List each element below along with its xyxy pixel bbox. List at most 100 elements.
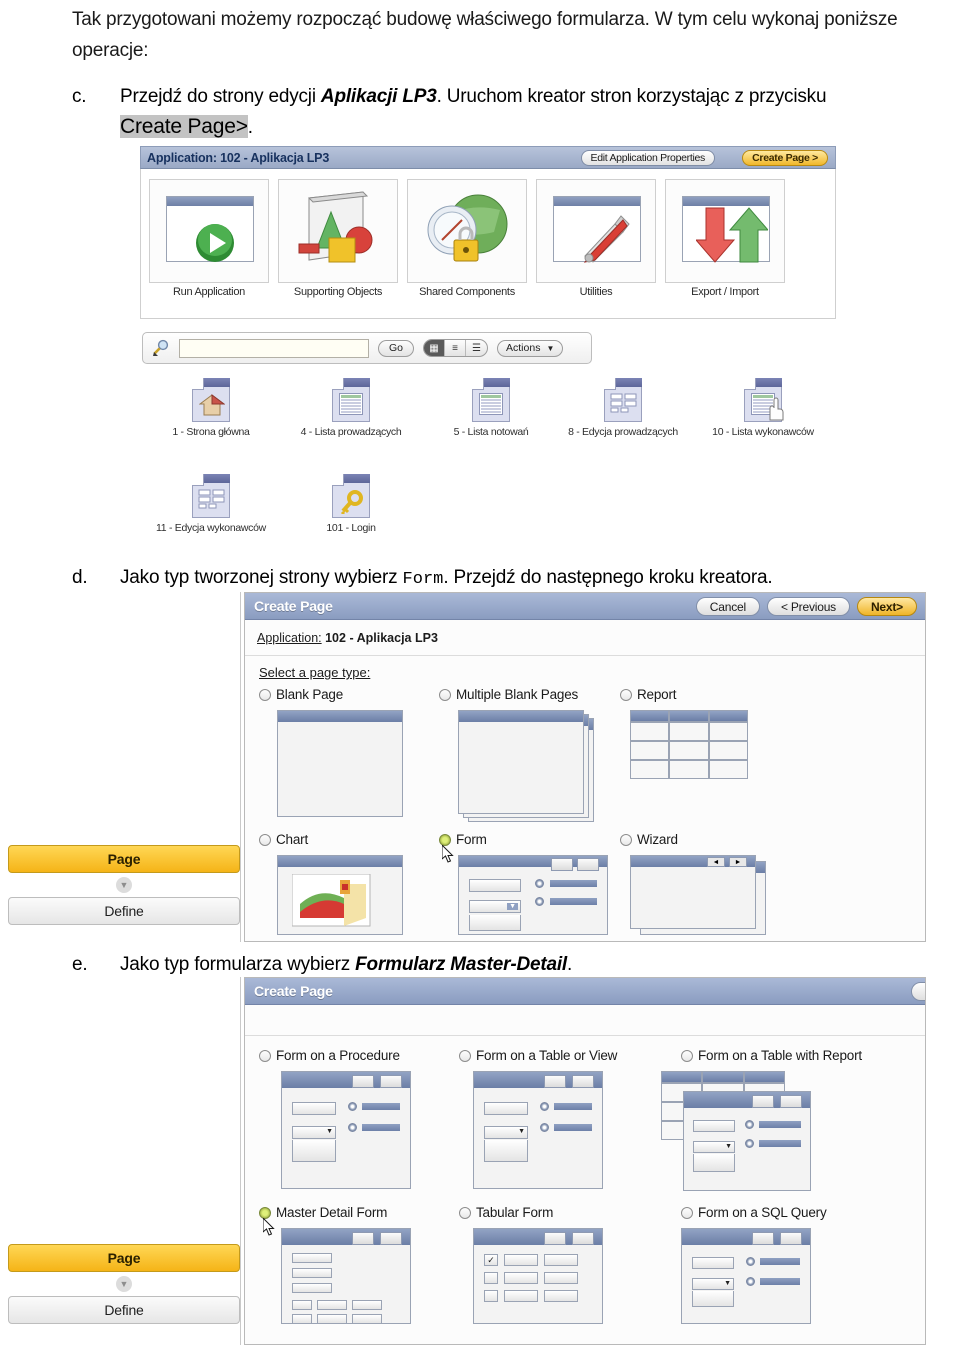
rail-define-button[interactable]: Define [8,897,240,925]
wizard-button-clipped[interactable] [911,982,925,1001]
option-form-on-sql-query[interactable]: Form on a SQL Query [681,1205,921,1220]
page-item-label: 5 - Lista notowań [453,426,529,438]
option-form-on-table-or-view[interactable]: Form on a Table or View [459,1048,681,1063]
page-type-row-1-thumbs [259,710,925,822]
option-report[interactable]: Report [620,687,730,702]
tile-export-import[interactable]: Export / Import [665,179,785,298]
option-wizard[interactable]: Wizard [620,832,730,847]
page-item[interactable]: 1 - Strona główna [145,378,277,439]
edit-application-properties-button[interactable]: Edit Application Properties [580,150,715,166]
tools-icon [583,215,630,263]
option-label: Form [456,832,487,847]
application-title: Application: 102 - Aplikacja LP3 [147,150,330,165]
go-button[interactable]: Go [378,339,415,357]
page-item-label: 4 - Lista prowadzących [300,426,402,438]
screenshot-create-page-type: Create Page Cancel < Previous Next> Appl… [244,592,926,942]
search-input[interactable] [179,338,369,358]
chevron-down-icon[interactable]: ▼ [116,877,132,893]
grid-view-icon[interactable]: ▦ [424,340,446,356]
radio-form-on-sql-query[interactable] [681,1206,693,1219]
screenshot-create-form-type: Create Page Form on a Procedure Form on … [244,977,926,1345]
option-chart[interactable]: Chart [259,832,364,847]
detail-view-icon[interactable]: ☰ [466,340,487,356]
radio-report[interactable] [620,688,632,701]
create-page-button[interactable]: Create Page > [742,150,828,166]
option-label: Multiple Blank Pages [456,687,579,702]
radio-chart[interactable] [259,833,271,846]
option-form-on-table-with-report[interactable]: Form on a Table with Report [681,1048,921,1063]
page-item[interactable]: 10 - Lista wykonawców [697,378,829,439]
view-toggle-group[interactable]: ▦ ≡ ☰ [423,339,489,357]
form-type-row-1: Form on a Procedure Form on a Table or V… [259,1048,925,1063]
wizard-thumb: ◄ ► [630,855,780,935]
rail-define-button-2[interactable]: Define [8,1296,240,1324]
wizard-title: Create Page [254,598,333,614]
text-c-3: . [247,117,253,138]
magnifier-icon[interactable] [152,339,170,357]
shapes-icon [298,191,373,263]
select-page-type-legend: Select a page type: [259,665,371,680]
form-type-row-2: Master Detail Form Tabular Form Form on … [259,1205,925,1236]
actions-button-label: Actions [506,342,541,354]
wizard-spacer [245,1005,925,1035]
next-button[interactable]: Next> [856,597,917,616]
page-type-row-1: Blank Page Multiple Blank Pages Report [259,687,925,702]
option-label: Form on a Procedure [276,1048,400,1063]
option-multiple-blank-pages[interactable]: Multiple Blank Pages [439,687,614,702]
page-item[interactable]: 5 - Lista notowań [425,378,557,439]
form-thumb: ▼ [681,1228,811,1324]
option-blank-page[interactable]: Blank Page [259,687,364,702]
tile-supporting-objects[interactable]: Supporting Objects [278,179,398,298]
actions-button[interactable]: Actions ▼ [497,339,564,357]
emph-aplikacji-lp3: Aplikacji LP3 [320,86,437,107]
tile-label: Run Application [173,286,245,298]
rail-divider-2 [240,977,241,1345]
application-tiles-panel: Run Application Supporting Objects Share… [140,169,836,319]
radio-master-detail-form[interactable] [259,1206,271,1219]
radio-form-on-table-with-report[interactable] [681,1049,693,1062]
rail-page-button-2[interactable]: Page [8,1244,240,1272]
radio-form-on-procedure[interactable] [259,1049,271,1062]
radio-wizard[interactable] [620,833,632,846]
page-type-row-2: Chart Form Wizard [259,832,925,863]
page-item[interactable]: 8 - Edycja prowadzących [557,378,689,439]
rail-page-button[interactable]: Page [8,845,240,873]
radio-tabular-form[interactable] [459,1206,471,1219]
page-key-icon [332,474,370,518]
tile-utilities[interactable]: Utilities [536,179,656,298]
tile-shared-components[interactable]: Shared Components [407,179,527,298]
option-tabular-form[interactable]: Tabular Form [459,1205,681,1220]
tile-run-application[interactable]: Run Application [149,179,269,298]
highlight-create-page: Create Page> [120,115,248,138]
rail-divider [240,592,241,942]
radio-form-on-table-or-view[interactable] [459,1049,471,1062]
list-marker-c: c. [72,86,87,107]
option-label: Chart [276,832,309,847]
radio-blank-page[interactable] [259,688,271,701]
cancel-button[interactable]: Cancel [695,597,760,616]
previous-button[interactable]: < Previous [766,597,850,616]
list-marker-e: e. [72,954,88,975]
text-d-1: Jako typ tworzonej strony wybierz [120,567,403,588]
page-item-label: 8 - Edycja prowadzących [568,426,678,438]
wizard-header-bar: Create Page Cancel < Previous Next> [245,593,925,620]
list-text-e: Jako typ formularza wybierz Formularz Ma… [120,950,952,980]
radio-multiple-blank-pages[interactable] [439,688,451,701]
page-item[interactable]: 101 - Login [285,474,417,535]
master-detail-thumb [281,1228,411,1324]
option-label: Blank Page [276,687,344,702]
option-form-on-procedure[interactable]: Form on a Procedure [259,1048,459,1063]
page-item[interactable]: 11 - Edycja wykonawców [145,474,277,535]
chevron-down-icon-2[interactable]: ▼ [116,1276,132,1292]
search-toolbar: Go ▦ ≡ ☰ Actions ▼ [142,332,592,364]
page-type-section: Select a page type: Blank Page Multiple … [245,656,925,935]
report-view-icon[interactable]: ≡ [445,340,467,356]
page-item[interactable]: 4 - Lista prowadzących [285,378,417,439]
option-form[interactable]: Form [439,832,614,863]
radio-form[interactable] [439,833,451,846]
blank-page-thumb [277,710,403,817]
report-thumb [630,710,750,820]
pages-toolbar: Go ▦ ≡ ☰ Actions ▼ [142,332,592,364]
chart-thumb [277,855,403,935]
option-master-detail-form[interactable]: Master Detail Form [259,1205,459,1236]
